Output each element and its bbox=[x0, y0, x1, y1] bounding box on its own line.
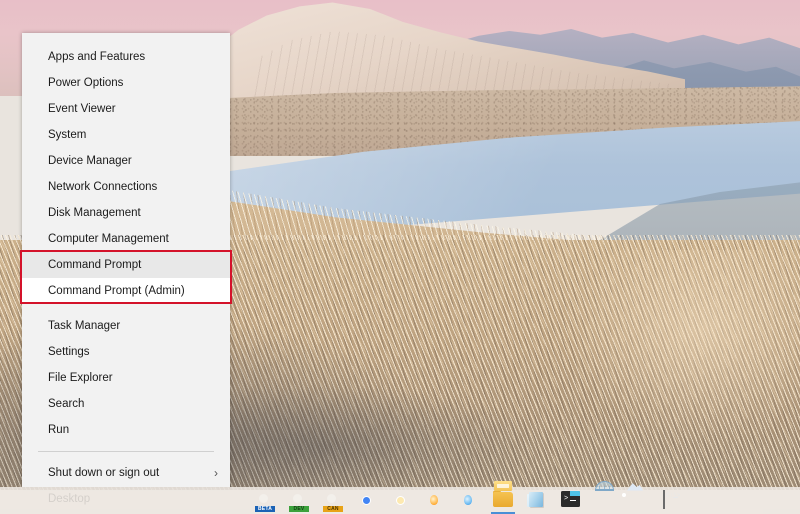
menu-separator bbox=[38, 451, 214, 452]
taskbar-chrome-button[interactable] bbox=[350, 487, 384, 514]
menu-item-label: System bbox=[48, 129, 87, 141]
menu-item-label: Search bbox=[48, 398, 85, 410]
wallpaper-grass-highlight bbox=[560, 250, 800, 450]
taskbar-edge-canary-button[interactable]: CAN bbox=[316, 487, 350, 514]
chevron-right-icon: › bbox=[214, 466, 218, 480]
edge-dev-badge: DEV bbox=[289, 505, 309, 512]
menu-item-run[interactable]: Run bbox=[22, 417, 230, 443]
menu-item-label: Task Manager bbox=[48, 320, 121, 332]
chrome-icon bbox=[357, 491, 377, 511]
menu-item-shut-down-or-sign-out[interactable]: Shut down or sign out › bbox=[22, 460, 230, 486]
taskbar-design-tool-button[interactable] bbox=[588, 481, 622, 514]
menu-item-power-options[interactable]: Power Options bbox=[22, 70, 230, 96]
menu-item-label: Settings bbox=[48, 346, 90, 358]
taskbar-chrome-canary-button[interactable] bbox=[384, 487, 418, 514]
menu-item-label: Event Viewer bbox=[48, 103, 116, 115]
menu-item-device-manager[interactable]: Device Manager bbox=[22, 148, 230, 174]
menu-item-command-prompt-admin[interactable]: Command Prompt (Admin) bbox=[22, 278, 230, 304]
menu-item-label: Command Prompt (Admin) bbox=[48, 285, 185, 297]
taskbar-command-prompt-button[interactable]: C:\> bbox=[656, 487, 690, 514]
taskbar-file-explorer-button[interactable] bbox=[486, 480, 520, 514]
photos-icon bbox=[622, 483, 649, 511]
menu-item-label: Command Prompt bbox=[48, 259, 142, 271]
menu-item-computer-management[interactable]: Computer Management bbox=[22, 226, 230, 252]
menu-item-event-viewer[interactable]: Event Viewer bbox=[22, 96, 230, 122]
taskbar-firefox-developer-button[interactable] bbox=[452, 487, 486, 514]
menu-item-settings[interactable]: Settings bbox=[22, 339, 230, 365]
taskbar-firefox-button[interactable] bbox=[418, 487, 452, 514]
file-explorer-icon bbox=[493, 480, 513, 511]
edge-canary-badge: CAN bbox=[323, 505, 343, 512]
menu-item-task-manager[interactable]: Task Manager bbox=[22, 313, 230, 339]
menu-item-label: Power Options bbox=[48, 77, 124, 89]
taskbar-edge-beta-button[interactable]: BETA bbox=[248, 487, 282, 514]
firefox-developer-icon bbox=[459, 491, 479, 511]
menu-spacer bbox=[22, 304, 230, 313]
edge-canary-icon: CAN bbox=[323, 491, 343, 512]
command-prompt-icon: C:\> bbox=[663, 489, 683, 511]
menu-item-network-connections[interactable]: Network Connections bbox=[22, 174, 230, 200]
chrome-canary-icon bbox=[391, 491, 411, 511]
menu-item-label: File Explorer bbox=[48, 372, 113, 384]
taskbar[interactable]: BETA DEV CAN > C:\> bbox=[0, 480, 800, 514]
menu-item-file-explorer[interactable]: File Explorer bbox=[22, 365, 230, 391]
taskbar-windows-terminal-button[interactable]: > bbox=[554, 487, 588, 514]
edge-beta-icon: BETA bbox=[255, 491, 275, 512]
menu-item-command-prompt[interactable]: Command Prompt bbox=[22, 252, 230, 278]
menu-item-system[interactable]: System bbox=[22, 122, 230, 148]
taskbar-photos-button[interactable] bbox=[622, 483, 656, 514]
menu-item-disk-management[interactable]: Disk Management bbox=[22, 200, 230, 226]
taskbar-onenote-button[interactable] bbox=[520, 487, 554, 514]
menu-item-label: Run bbox=[48, 424, 70, 436]
edge-beta-badge: BETA bbox=[255, 505, 275, 512]
menu-item-search[interactable]: Search bbox=[22, 391, 230, 417]
edge-dev-icon: DEV bbox=[289, 491, 309, 512]
taskbar-edge-dev-button[interactable]: DEV bbox=[282, 487, 316, 514]
notebook-icon bbox=[527, 491, 547, 511]
menu-item-label: Device Manager bbox=[48, 155, 132, 167]
windows-terminal-icon: > bbox=[561, 490, 581, 511]
menu-item-label: Shut down or sign out bbox=[48, 467, 160, 479]
menu-item-label: Network Connections bbox=[48, 181, 158, 193]
firefox-icon bbox=[425, 491, 445, 511]
menu-item-label: Disk Management bbox=[48, 207, 141, 219]
winx-quick-link-menu[interactable]: Apps and Features Power Options Event Vi… bbox=[20, 33, 232, 505]
menu-item-label: Computer Management bbox=[48, 233, 169, 245]
menu-item-apps-and-features[interactable]: Apps and Features bbox=[22, 44, 230, 70]
menu-group-primary: Apps and Features Power Options Event Vi… bbox=[22, 44, 230, 443]
protractor-icon bbox=[595, 481, 615, 511]
menu-item-label: Apps and Features bbox=[48, 51, 146, 63]
